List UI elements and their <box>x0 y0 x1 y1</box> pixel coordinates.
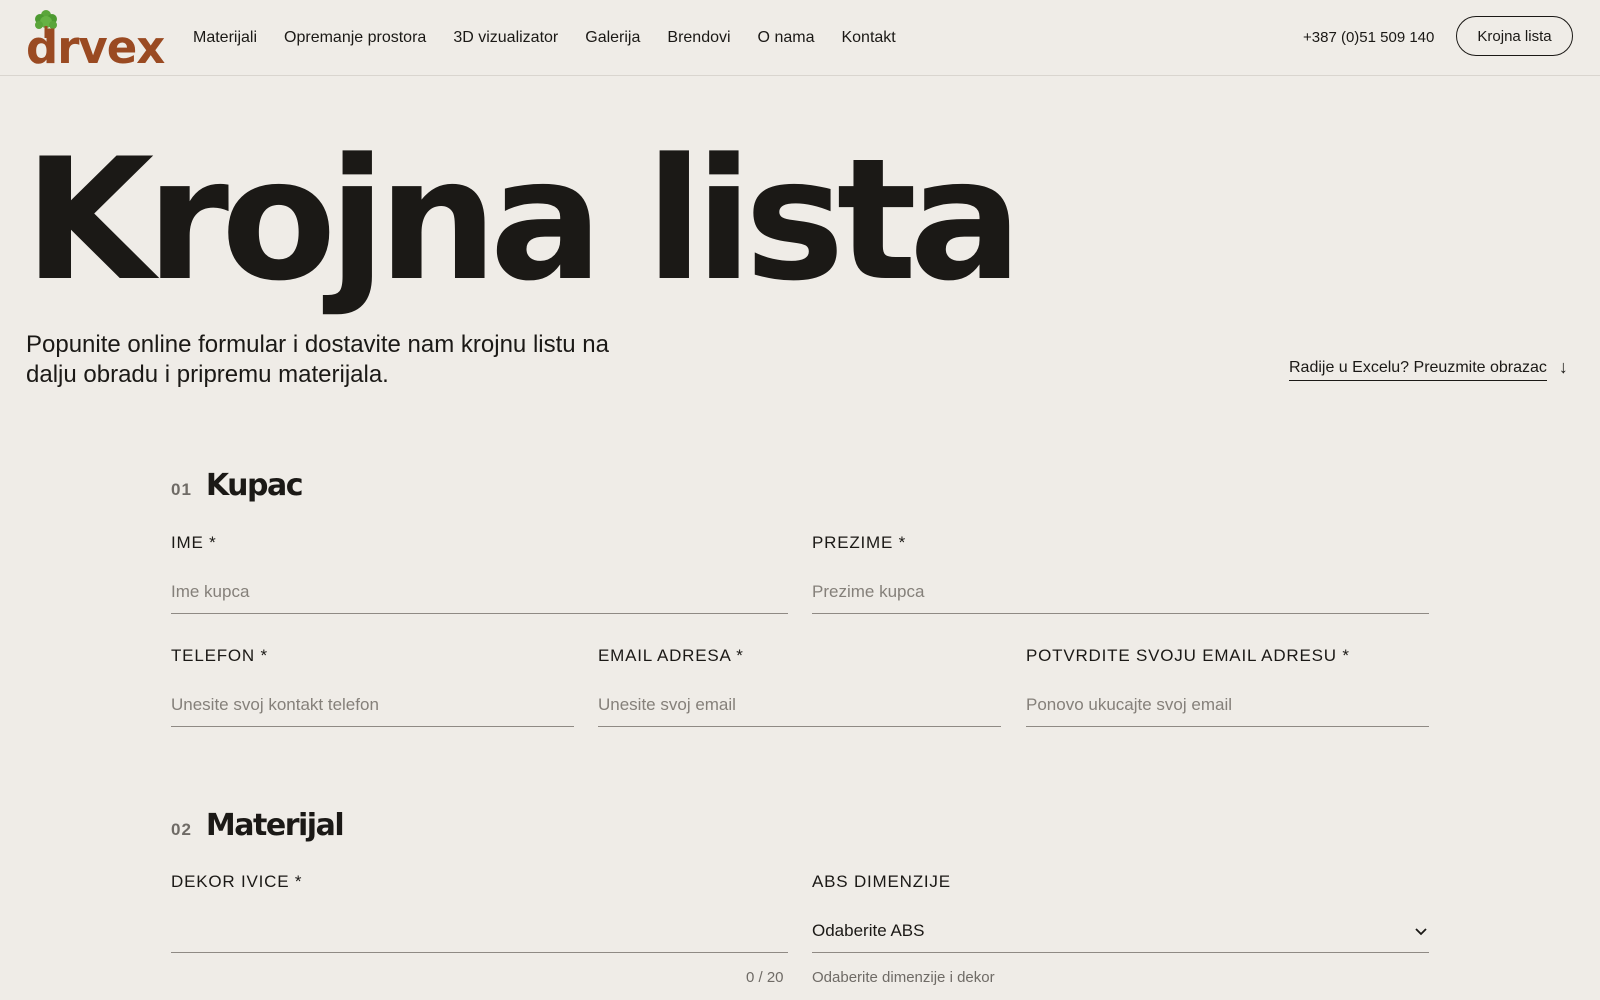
logo-wordmark: drvex <box>26 21 165 74</box>
intro-text: Popunite online formular i dostavite nam… <box>26 331 609 388</box>
section-number: 01 <box>171 480 192 499</box>
phone-link[interactable]: +387 (0)51 509 140 <box>1303 27 1434 49</box>
dekor-ivice-input[interactable] <box>171 909 788 953</box>
nav-item-materijali[interactable]: Materijali <box>193 27 257 49</box>
email-field: Email adresa * <box>598 645 1001 727</box>
section-materijal-heading: 02 Materijal <box>171 808 345 843</box>
ime-label: Ime * <box>171 533 217 552</box>
dekor-ivice-field: Dekor ivice * <box>171 871 788 953</box>
abs-hint: Odaberite dimenzije i dekor <box>812 969 995 986</box>
nav-item-kontakt[interactable]: Kontakt <box>841 27 895 49</box>
excel-link-label: Radije u Excelu? Preuzmite obrazac <box>1289 357 1547 381</box>
chevron-down-icon <box>1415 927 1427 935</box>
drvex-logo[interactable]: drvex <box>26 8 165 74</box>
page-title: Krojna lista <box>24 122 1022 318</box>
email-confirm-input[interactable] <box>1026 683 1429 727</box>
telefon-input[interactable] <box>171 683 574 727</box>
krojna-lista-button[interactable]: Krojna lista <box>1456 16 1573 56</box>
email-label: Email adresa * <box>598 646 744 665</box>
ime-input[interactable] <box>171 570 788 614</box>
dekor-char-counter: 0 / 20 <box>746 969 784 986</box>
section-title: Materijal <box>205 808 345 843</box>
prezime-field: Prezime * <box>812 532 1429 614</box>
email-confirm-label: Potvrdite svoju email adresu * <box>1026 646 1350 665</box>
site-header: drvex Materijali Opremanje prostora 3D v… <box>0 0 1600 76</box>
telefon-label: Telefon * <box>171 646 268 665</box>
section-kupac-heading: 01 Kupac <box>171 468 304 503</box>
ime-field: Ime * <box>171 532 788 614</box>
abs-dimenzije-field: ABS dimenzije Odaberite ABS <box>812 871 1429 953</box>
abs-dimenzije-label: ABS dimenzije <box>812 872 951 891</box>
nav-item-brendovi[interactable]: Brendovi <box>667 27 730 49</box>
section-title: Kupac <box>205 468 304 503</box>
nav-item-opremanje-prostora[interactable]: Opremanje prostora <box>284 27 426 49</box>
abs-selected-value: Odaberite ABS <box>812 920 925 940</box>
nav-item-o-nama[interactable]: O nama <box>758 27 815 49</box>
telefon-field: Telefon * <box>171 645 574 727</box>
prezime-input[interactable] <box>812 570 1429 614</box>
abs-dimenzije-select[interactable]: Odaberite ABS <box>812 909 1429 953</box>
dekor-ivice-label: Dekor ivice * <box>171 872 303 891</box>
email-confirm-field: Potvrdite svoju email adresu * <box>1026 645 1429 727</box>
section-number: 02 <box>171 820 192 839</box>
arrow-down-icon: ↓ <box>1558 357 1568 377</box>
nav-item-galerija[interactable]: Galerija <box>585 27 640 49</box>
prezime-label: Prezime * <box>812 533 907 552</box>
excel-download-link[interactable]: Radije u Excelu? Preuzmite obrazac ↓ <box>1289 357 1568 381</box>
main-nav: Materijali Opremanje prostora 3D vizuali… <box>193 27 896 49</box>
email-input[interactable] <box>598 683 1001 727</box>
nav-item-3d-vizualizator[interactable]: 3D vizualizator <box>453 27 558 49</box>
